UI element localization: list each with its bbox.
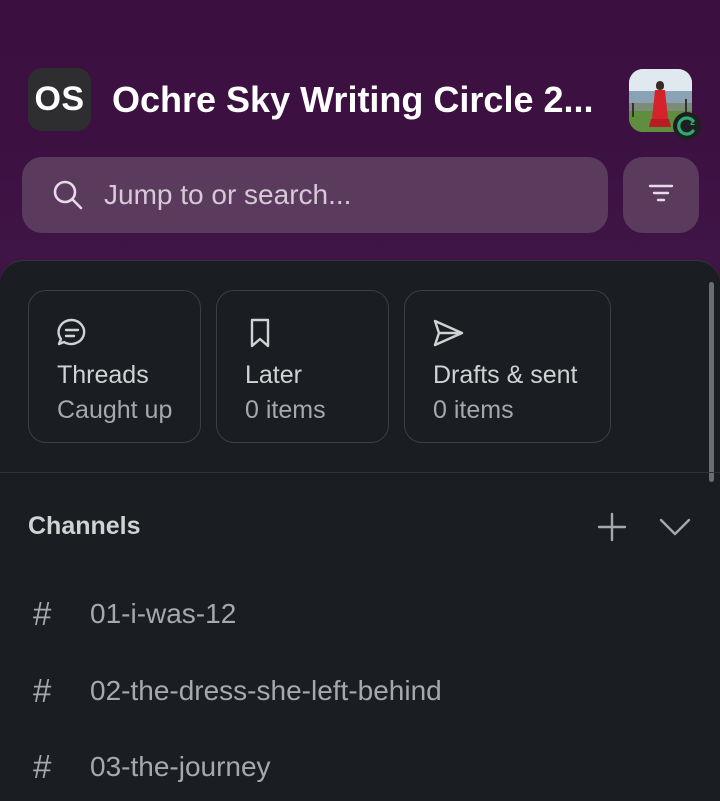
workspace-initials: OS — [34, 80, 85, 118]
card-subtitle: Caught up — [57, 396, 173, 424]
workspace-logo[interactable]: OS — [28, 68, 91, 131]
channel-item[interactable]: # 02-the-dress-she-left-behind — [0, 661, 700, 721]
channel-item[interactable]: # 03-the-journey — [0, 737, 700, 797]
channel-name: 01-i-was-12 — [90, 598, 237, 629]
channel-name: 03-the-journey — [90, 751, 271, 782]
card-title: Threads — [57, 361, 149, 389]
card-title: Drafts & sent — [433, 361, 578, 389]
hash-icon: # — [33, 748, 52, 785]
workspace-name[interactable]: Ochre Sky Writing Circle 2... — [112, 78, 607, 122]
search-input[interactable]: Jump to or search... — [104, 157, 351, 233]
search-icon — [52, 179, 84, 216]
send-icon — [431, 316, 465, 355]
search-bar[interactable]: Jump to or search... — [22, 157, 608, 233]
filter-button[interactable] — [623, 157, 699, 233]
later-card[interactable]: Later 0 items — [216, 290, 389, 443]
app-window: OS Ochre Sky Writing Circle 2... z Jump … — [0, 0, 720, 801]
chevron-down-icon[interactable] — [658, 515, 692, 544]
threads-card[interactable]: Threads Caught up — [28, 290, 201, 443]
section-divider — [0, 472, 720, 473]
card-subtitle: 0 items — [433, 396, 514, 424]
card-subtitle: 0 items — [245, 396, 326, 424]
filter-icon — [648, 183, 674, 208]
channel-item[interactable]: # 01-i-was-12 — [0, 584, 700, 644]
svg-text:z: z — [690, 117, 695, 128]
drafts-sent-card[interactable]: Drafts & sent 0 items — [404, 290, 611, 443]
threads-icon — [55, 316, 89, 355]
plus-icon[interactable] — [596, 511, 628, 548]
bookmark-icon — [243, 316, 277, 355]
scrollbar[interactable] — [709, 282, 714, 482]
hash-icon: # — [33, 595, 52, 632]
snooze-icon: z — [673, 112, 701, 140]
card-title: Later — [245, 361, 302, 389]
channel-name: 02-the-dress-she-left-behind — [90, 675, 442, 706]
hash-icon: # — [33, 672, 52, 709]
channels-section-title[interactable]: Channels — [28, 512, 141, 541]
